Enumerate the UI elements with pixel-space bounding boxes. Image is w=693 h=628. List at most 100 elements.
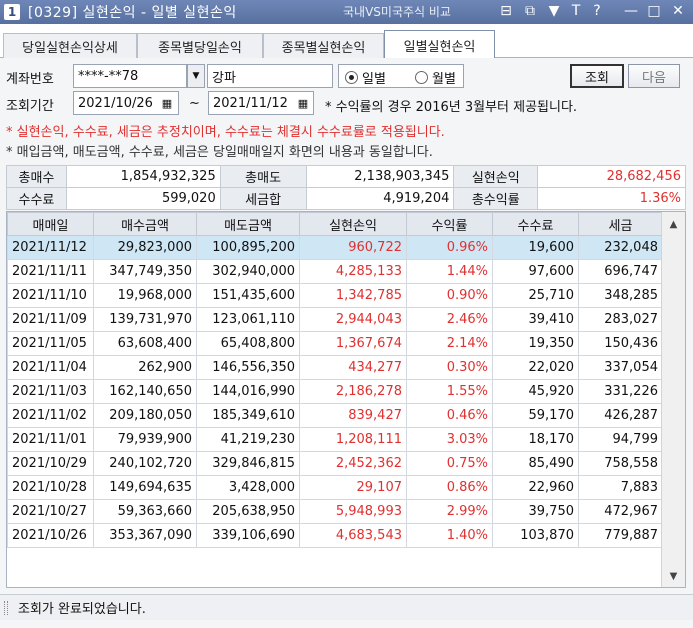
radio-monthly[interactable]: 월별 (415, 68, 456, 87)
cell-tax: 426,287 (578, 403, 663, 428)
table-row[interactable]: 2021/11/03 162,140,650 144,016,990 2,186,27… (7, 379, 663, 404)
table-row[interactable]: 2021/11/10 19,968,000 151,435,600 1,342,785… (7, 283, 663, 308)
scroll-down-icon[interactable]: ▼ (662, 566, 685, 586)
cell-return: 0.75% (406, 451, 493, 476)
grid-header-row: 매매일 매수금액 매도금액 실현손익 수익률 수수료 세금 (7, 212, 663, 236)
table-row[interactable]: 2021/10/27 59,363,660 205,638,950 5,948,993… (7, 499, 663, 524)
col-header-buy[interactable]: 매수금액 (93, 212, 197, 236)
cell-realized: 434,277 (299, 355, 407, 380)
compare-link[interactable]: 국내VS미국주식 비교 (343, 3, 451, 20)
table-row[interactable]: 2021/11/09 139,731,970 123,061,110 2,944,04… (7, 307, 663, 332)
cell-return: 1.55% (406, 379, 493, 404)
cell-tax: 779,887 (578, 523, 663, 548)
copy-window-icon[interactable]: ⧉ (521, 3, 539, 19)
pin-icon[interactable]: ▼ (545, 3, 563, 19)
account-number-field[interactable]: ****-**78 (73, 64, 187, 88)
total-sell-label: 총매도 (219, 165, 307, 188)
cell-realized: 1,208,111 (299, 427, 407, 452)
cell-sell: 151,435,600 (196, 283, 300, 308)
vertical-scrollbar[interactable]: ▲ ▼ (661, 212, 685, 587)
cell-tax: 331,226 (578, 379, 663, 404)
help-icon[interactable]: ? (588, 3, 606, 19)
cell-realized: 4,683,543 (299, 523, 407, 548)
cell-fee: 59,170 (492, 403, 579, 428)
cell-sell: 146,556,350 (196, 355, 300, 380)
cell-return: 0.90% (406, 283, 493, 308)
cell-sell: 65,408,800 (196, 331, 300, 356)
table-row[interactable]: 2021/11/11 347,749,350 302,940,000 4,285,13… (7, 259, 663, 284)
cell-realized: 2,944,043 (299, 307, 407, 332)
cell-realized: 1,367,674 (299, 331, 407, 356)
window-title: [0329] 실현손익 - 일별 실현손익 (28, 5, 237, 21)
table-row[interactable]: 2021/10/29 240,102,720 329,846,815 2,452,36… (7, 451, 663, 476)
cell-date: 2021/11/01 (7, 427, 94, 452)
cell-fee: 19,350 (492, 331, 579, 356)
table-row[interactable]: 2021/11/12 29,823,000 100,895,200 960,722 0.… (7, 235, 663, 260)
cell-date: 2021/10/26 (7, 523, 94, 548)
tab-daily-realized[interactable]: 일별실현손익 (384, 30, 495, 59)
cell-realized: 839,427 (299, 403, 407, 428)
minimize-icon[interactable]: — (622, 3, 640, 19)
cell-fee: 19,600 (492, 235, 579, 260)
cell-realized: 2,452,362 (299, 451, 407, 476)
col-header-date[interactable]: 매매일 (7, 212, 94, 236)
cell-tax: 696,747 (578, 259, 663, 284)
tab-daily-detail[interactable]: 당일실현손익상세 (3, 33, 137, 58)
cell-date: 2021/11/09 (7, 307, 94, 332)
scroll-up-icon[interactable]: ▲ (662, 214, 685, 234)
calendar-icon[interactable]: ▦ (158, 94, 176, 112)
cell-tax: 232,048 (578, 235, 663, 260)
cell-sell: 329,846,815 (196, 451, 300, 476)
tab-item-daily[interactable]: 종목별당일손익 (137, 33, 263, 58)
cell-sell: 205,638,950 (196, 499, 300, 524)
cell-buy: 162,140,650 (93, 379, 197, 404)
col-header-realized[interactable]: 실현손익 (299, 212, 407, 236)
cell-fee: 103,870 (492, 523, 579, 548)
cell-buy: 139,731,970 (93, 307, 197, 332)
total-return-label: 총수익률 (453, 187, 539, 210)
close-icon[interactable]: ✕ (669, 3, 687, 19)
account-dropdown-button[interactable]: ▼ (187, 64, 205, 88)
col-header-sell[interactable]: 매도금액 (196, 212, 300, 236)
col-header-tax[interactable]: 세금 (578, 212, 663, 236)
cell-sell: 185,349,610 (196, 403, 300, 428)
cell-return: 0.30% (406, 355, 493, 380)
tab-strip: 당일실현손익상세 종목별당일손익 종목별실현손익 일별실현손익 (0, 30, 693, 59)
table-row[interactable]: 2021/11/05 63,608,400 65,408,800 1,367,674 2… (7, 331, 663, 356)
table-row[interactable]: 2021/11/04 262,900 146,556,350 434,277 0.30%… (7, 355, 663, 380)
table-row[interactable]: 2021/11/02 209,180,050 185,349,610 839,427 0… (7, 403, 663, 428)
summary-table: 총매수 1,854,932,325 총매도 2,138,903,345 실현손익… (6, 165, 686, 210)
cell-tax: 348,285 (578, 283, 663, 308)
cell-buy: 240,102,720 (93, 451, 197, 476)
font-size-icon[interactable]: T (567, 3, 585, 19)
daily-grid: 매매일 매수금액 매도금액 실현손익 수익률 수수료 세금 2021/11/12… (6, 211, 686, 588)
calendar-icon[interactable]: ▦ (294, 94, 312, 112)
table-row[interactable]: 2021/10/28 149,694,635 3,428,000 29,107 0.86… (7, 475, 663, 500)
total-sell-value: 2,138,903,345 (305, 165, 455, 188)
status-message: 조회가 완료되었습니다. (18, 602, 146, 617)
cell-tax: 283,027 (578, 307, 663, 332)
cell-sell: 339,106,690 (196, 523, 300, 548)
cell-buy: 59,363,660 (93, 499, 197, 524)
col-header-return[interactable]: 수익률 (406, 212, 493, 236)
cell-buy: 209,180,050 (93, 403, 197, 428)
col-header-fee[interactable]: 수수료 (492, 212, 579, 236)
cell-realized: 29,107 (299, 475, 407, 500)
cell-date: 2021/10/29 (7, 451, 94, 476)
fee-value: 599,020 (65, 187, 221, 210)
search-button[interactable]: 조회 (570, 64, 624, 88)
cell-return: 2.14% (406, 331, 493, 356)
account-label: 계좌번호 (6, 72, 54, 87)
table-row[interactable]: 2021/10/26 353,367,090 339,106,690 4,683,54… (7, 523, 663, 548)
split-icon[interactable]: ⊟ (497, 3, 515, 19)
table-row[interactable]: 2021/11/01 79,939,900 41,219,230 1,208,111 3… (7, 427, 663, 452)
radio-daily[interactable]: 일별 (345, 68, 386, 87)
tab-item-realized[interactable]: 종목별실현손익 (263, 33, 384, 58)
total-buy-label: 총매수 (6, 165, 67, 188)
next-button[interactable]: 다음 (628, 64, 680, 88)
cell-fee: 97,600 (492, 259, 579, 284)
cell-tax: 94,799 (578, 427, 663, 452)
cell-tax: 472,967 (578, 499, 663, 524)
maximize-icon[interactable]: □ (645, 3, 663, 19)
cell-sell: 3,428,000 (196, 475, 300, 500)
